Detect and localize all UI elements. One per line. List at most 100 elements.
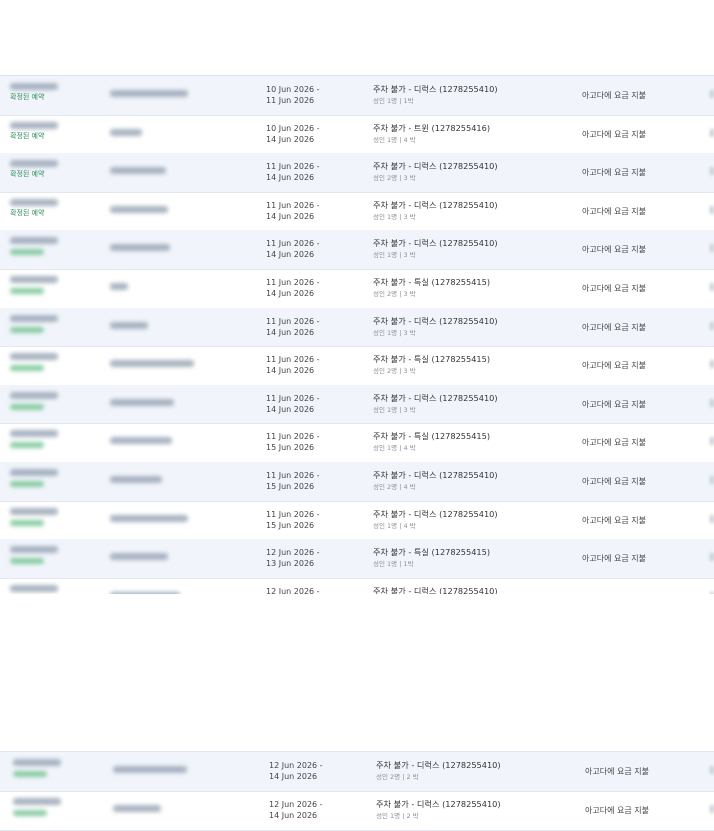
reservation-id-cell[interactable]: 확정된 예약 [10,160,58,179]
stay-dates-cell: 11 Jun 2026 -14 Jun 2026 [266,200,320,222]
payment-method: 아고다에 요금 지불 [582,554,646,564]
stay-dates-cell: 11 Jun 2026 -14 Jun 2026 [266,161,320,183]
guest-name-cell[interactable] [110,167,166,175]
guest-name-cell[interactable] [113,805,161,812]
reservation-id-cell[interactable] [13,759,61,777]
occupancy-nights: 성인 1명 | 3 박 [373,212,416,221]
redacted-booking-id [10,391,58,399]
reservation-status-label: 확정된 예약 [10,170,45,179]
redacted-guest-name [110,321,148,329]
reservation-id-cell[interactable] [10,276,58,294]
check-in-date: 12 Jun 2026 - [266,586,320,594]
redacted-guest-name [110,514,188,522]
reservation-id-cell[interactable]: 확정된 예약 [10,83,58,102]
table-row[interactable]: 12 Jun 2026 -13 Jun 2026 주차 불가 - 특실 (1278… [0,539,714,579]
stay-dates-cell: 11 Jun 2026 -15 Jun 2026 [266,509,320,531]
reservation-id-cell[interactable] [10,314,58,333]
table-row[interactable]: 확정된 예약 10 Jun 2026 -14 Jun 2026 주차 불가 - 트윈… [0,115,714,155]
check-out-date: 14 Jun 2026 [266,211,315,221]
redacted-status [10,442,44,449]
payment-method: 아고다에 요금 지불 [582,361,646,371]
table-row[interactable]: 11 Jun 2026 -14 Jun 2026 주차 불가 - 특실 (1278… [0,346,714,386]
occupancy-nights: 성인 1명 | 3 박 [373,328,416,337]
table-row[interactable]: 11 Jun 2026 -14 Jun 2026 주차 불가 - 특실 (1278… [0,269,714,309]
reservation-id-cell[interactable] [10,430,58,449]
occupancy-nights: 성인 1명 | 3 박 [373,405,416,414]
room-type: 주차 불가 - 디럭스 (1278255410) [376,760,501,770]
guest-name-cell[interactable] [113,766,187,773]
reservation-id-cell[interactable] [10,584,58,594]
redacted-status [10,288,44,294]
room-cell: 주차 불가 - 특실 (1278255415) 성인 1명 | 1박 [373,547,490,569]
check-out-date: 14 Jun 2026 [266,327,315,337]
reservation-id-cell[interactable]: 확정된 예약 [10,198,58,218]
table-row[interactable]: 12 Jun 2026 - 주차 불가 - 디럭스 (1278255410) [0,578,714,594]
guest-name-cell[interactable] [110,398,174,406]
truncated-column-edge [710,591,714,594]
reservation-id-cell[interactable] [13,798,61,816]
room-cell: 주차 불가 - 트윈 (1278255416) 성인 1명 | 4 박 [373,123,490,145]
room-cell: 주차 불가 - 디럭스 (1278255410) 성인 1명 | 4 박 [373,509,498,531]
table-row[interactable]: 11 Jun 2026 -15 Jun 2026 주차 불가 - 디럭스 (127… [0,462,714,502]
check-out-date: 15 Jun 2026 [266,520,315,530]
guest-name-cell[interactable] [110,283,128,290]
reservation-id-cell[interactable] [10,546,58,565]
reservation-id-cell[interactable] [10,507,58,526]
table-row[interactable]: 11 Jun 2026 -14 Jun 2026 주차 불가 - 디럭스 (127… [0,307,714,348]
reservation-id-cell[interactable]: 확정된 예약 [10,121,58,141]
guest-name-cell[interactable] [110,437,172,445]
guest-name-cell[interactable] [110,321,148,329]
reservation-id-cell[interactable] [10,469,58,487]
reservations-table-continued: 12 Jun 2026 - 14 Jun 2026 주차 불가 - 디럭스 (127… [0,752,714,831]
table-row[interactable]: 11 Jun 2026 -14 Jun 2026 주차 불가 - 디럭스 (127… [0,384,714,425]
guest-name-cell[interactable] [110,244,170,252]
check-in-date: 11 Jun 2026 - [266,471,320,480]
redacted-booking-id [13,798,61,805]
truncated-column-edge [710,244,714,253]
table-row[interactable]: 확정된 예약 11 Jun 2026 -14 Jun 2026 주차 불가 - 디럭… [0,153,714,193]
redacted-guest-name [110,128,142,136]
check-out-date: 14 Jun 2026 [266,366,315,376]
occupancy-nights: 성인 1명 | 1박 [373,560,414,569]
guest-name-cell[interactable] [110,514,188,522]
redacted-booking-id [10,430,58,438]
table-row[interactable]: 12 Jun 2026 - 14 Jun 2026 주차 불가 - 디럭스 (127… [0,791,714,831]
table-row[interactable]: 확정된 예약 11 Jun 2026 -14 Jun 2026 주차 불가 - 디럭… [0,192,714,232]
guest-name-cell[interactable] [110,591,180,594]
table-row[interactable]: 확정된 예약 10 Jun 2026 - 11 Jun 2026 주차 불가 - 디럭… [0,76,714,116]
room-type: 주차 불가 - 디럭스 (1278255410) [373,470,498,480]
table-row[interactable]: 12 Jun 2026 - 14 Jun 2026 주차 불가 - 디럭스 (127… [0,752,714,792]
reservation-id-cell[interactable] [10,391,58,410]
check-out-date: 14 Jun 2026 [266,134,315,144]
redacted-guest-name [110,553,168,561]
truncated-column-edge [710,205,714,214]
truncated-column-edge [710,766,714,774]
check-in-date: 11 Jun 2026 - [266,200,320,210]
room-type: 주차 불가 - 디럭스 (1278255410) [373,238,498,249]
redacted-booking-id [10,507,58,515]
guest-name-cell[interactable] [110,205,168,213]
table-row[interactable]: 11 Jun 2026 -14 Jun 2026 주차 불가 - 디럭스 (127… [0,230,714,270]
guest-name-cell[interactable] [110,553,168,561]
redacted-booking-id [10,469,58,476]
payment-method: 아고다에 요금 지불 [582,245,646,255]
room-cell: 주차 불가 - 디럭스 (1278255410) 성인 1명 | 1박 [373,84,498,106]
check-out-date: 14 Jun 2026 [269,772,318,781]
table-row[interactable]: 11 Jun 2026 -15 Jun 2026 주차 불가 - 특실 (1278… [0,423,714,463]
redacted-guest-name [110,90,188,97]
reservation-id-cell[interactable] [10,237,58,256]
room-type: 주차 불가 - 디럭스 (1278255410) [373,585,498,594]
guest-name-cell[interactable] [110,90,188,97]
check-out-date: 14 Jun 2026 [269,811,318,820]
check-in-date: 12 Jun 2026 - [269,800,323,809]
redacted-booking-id [10,353,58,361]
table-row[interactable]: 11 Jun 2026 -15 Jun 2026 주차 불가 - 디럭스 (127… [0,501,714,541]
occupancy-nights: 성인 1명 | 4 박 [373,135,416,144]
room-type: 주차 불가 - 특실 (1278255415) [373,547,491,558]
guest-name-cell[interactable] [110,476,162,483]
guest-name-cell[interactable] [110,360,194,368]
reservation-status-label: 확정된 예약 [10,93,45,101]
redacted-guest-name [113,766,187,773]
reservation-id-cell[interactable] [10,353,58,372]
guest-name-cell[interactable] [110,128,142,136]
